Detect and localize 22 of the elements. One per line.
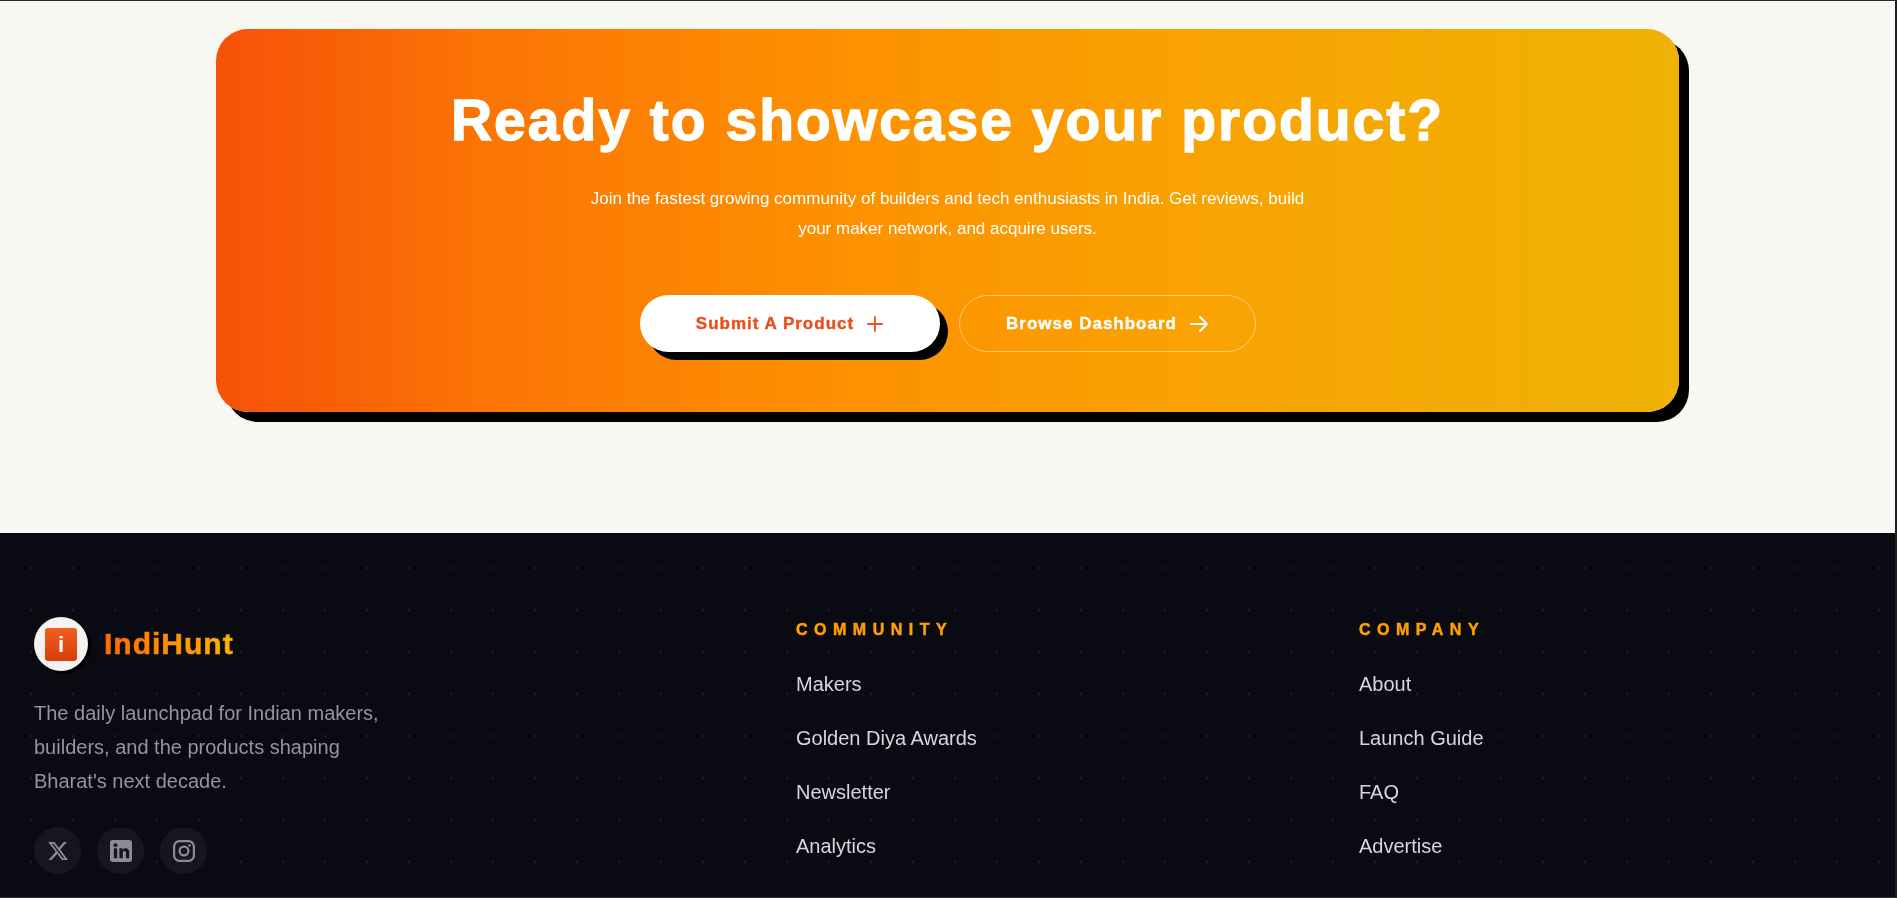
cta-description: Join the fastest growing community of builders and tech enthusiasts in India. Get reviews, build your maker network, and acquire users. (589, 188, 1306, 240)
social-link[interactable] (160, 827, 207, 874)
footer-link[interactable]: Advertise (1359, 834, 1443, 858)
arrow-right-icon (1189, 315, 1208, 332)
footer-link[interactable]: Analytics (796, 834, 877, 858)
x-logo-icon (47, 841, 68, 860)
footer-link[interactable]: Newsletter (796, 780, 891, 804)
footer-link[interactable]: Golden Diya Awards (796, 726, 977, 750)
instagram-icon (172, 839, 195, 862)
footer-link[interactable]: Launch Guide (1359, 726, 1484, 750)
social-link[interactable] (97, 827, 144, 874)
footer-link[interactable]: FAQ (1359, 780, 1399, 804)
footer-column-heading: COMMUNITY (796, 620, 954, 640)
social-link[interactable] (34, 827, 81, 874)
plus-icon (867, 315, 884, 332)
logo-letter: i (45, 627, 77, 661)
footer-link[interactable]: About (1359, 672, 1412, 696)
footer-tagline: The daily launchpad for Indian makers, builders, and the products shaping Bharat's next decade. (34, 701, 380, 794)
footer-column-heading: COMPANY (1359, 620, 1486, 640)
footer-link[interactable]: Makers (796, 672, 862, 696)
linkedin-icon (109, 839, 132, 862)
cta-heading: Ready to showcase your product? (450, 87, 1445, 154)
